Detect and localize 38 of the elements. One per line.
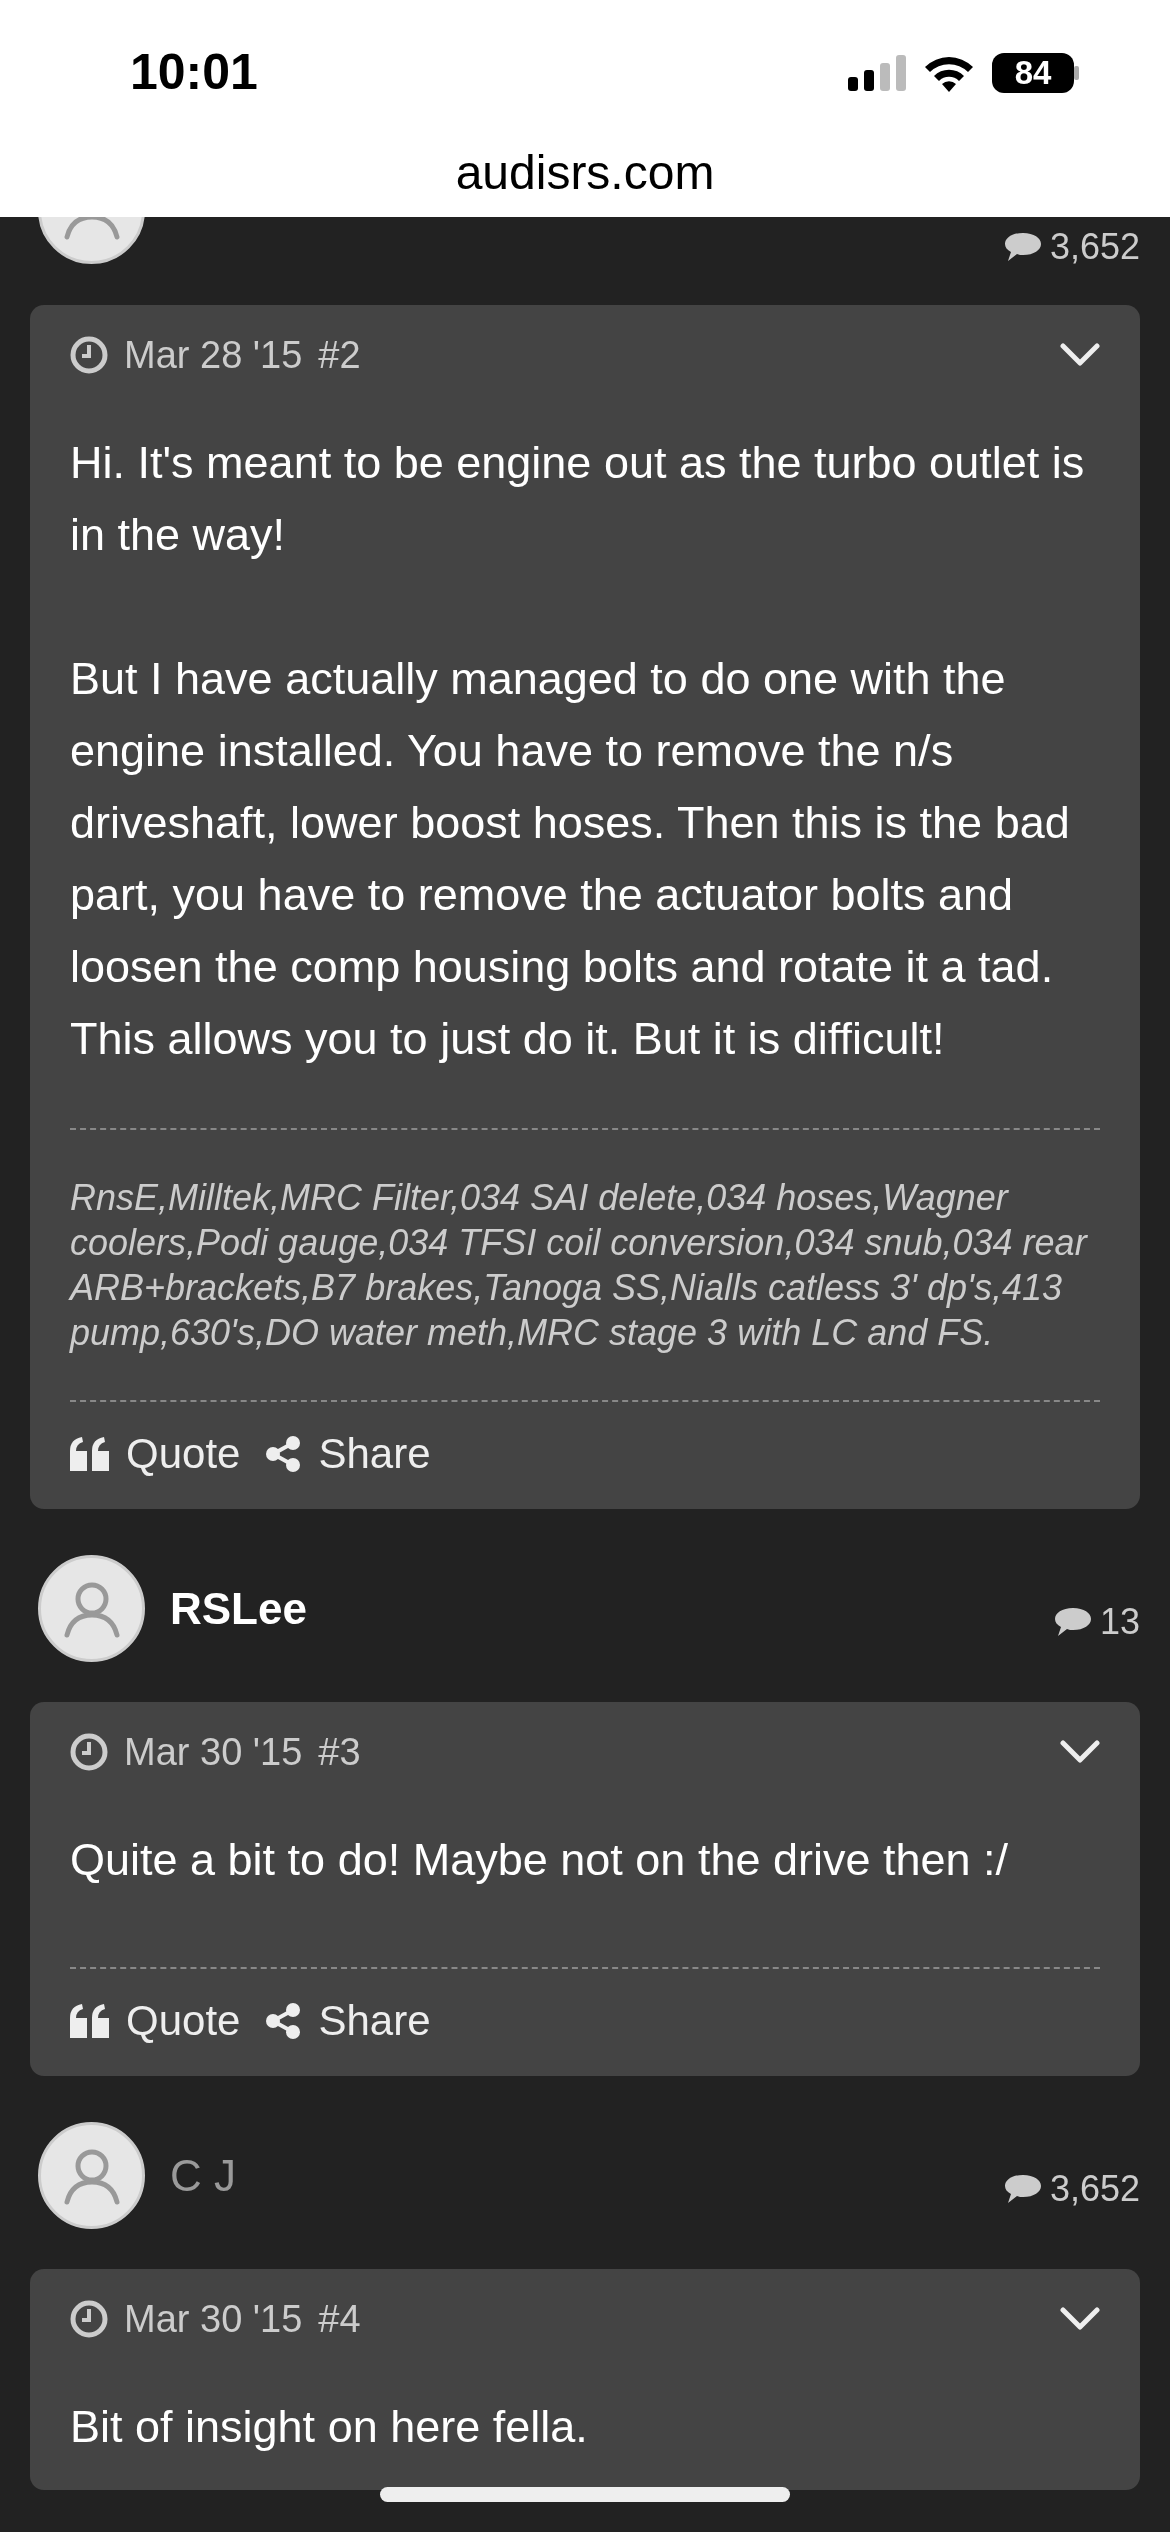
signal-icon (848, 54, 906, 91)
quote-icon (70, 1437, 110, 1471)
share-icon (264, 2002, 303, 2040)
quote-button[interactable]: Quote (70, 1426, 241, 1482)
clock-icon (70, 336, 108, 374)
battery-level: 84 (992, 52, 1074, 93)
signature-text: RnsE,Milltek,MRC Filter,034 SAI delete,034 hoses,Wagner coolers,Podi gauge,034 TFSI coil conversion,034 snub,034 rear ARB+brackets,B7 brakes,Tanoga SS,Nialls catless 3' dp's,413 pump,630's,DO water meth,MRC stage 3 with LC and FS. (70, 1176, 1089, 1355)
post-count: 13 (1099, 1599, 1140, 1644)
share-button[interactable]: Share (264, 1426, 431, 1482)
post-date: Mar 30 '15 (124, 2297, 303, 2342)
post-text: Bit of insight on here fella. (70, 2400, 589, 2454)
username[interactable]: RSLee (170, 1575, 307, 1642)
post-text: Quite a bit to do! Maybe not on the drive then :/ (70, 1833, 1010, 1887)
post-text: Hi. It's meant to be engine out as the turbo outlet is in the way! (70, 436, 1086, 562)
quote-button[interactable]: Quote (70, 1993, 241, 2049)
clock-time: 10:01 (130, 43, 258, 102)
share-icon (264, 1435, 303, 1473)
post-text: But I have actually managed to do one with the engine installed. You have to remove the n/s driveshaft, lower boost hoses. Then this is the bad part, you have to remove the actuator bolts and loosen the comp housing bolts and rotate it a tad. This allows you to just do it. But it is difficult! (70, 652, 1071, 1066)
post-count: 3,652 (1049, 2166, 1140, 2211)
post-date: Mar 30 '15 (124, 1730, 303, 1775)
clock-icon (70, 1733, 108, 1771)
speech-bubble-icon (1003, 231, 1042, 263)
post-number[interactable]: #4 (318, 2291, 361, 2347)
chevron-down-icon[interactable] (1060, 343, 1100, 367)
post-number[interactable]: #3 (318, 1724, 361, 1780)
speech-bubble-icon (1003, 2172, 1042, 2205)
username[interactable]: C J (170, 2142, 236, 2209)
speech-bubble-icon (1053, 1605, 1092, 1638)
clock-icon (70, 2300, 108, 2338)
chevron-down-icon[interactable] (1060, 1740, 1100, 1764)
quote-icon (70, 2004, 110, 2038)
share-button[interactable]: Share (264, 1993, 431, 2049)
post-count: 3,652 (1049, 225, 1140, 269)
post-number[interactable]: #2 (318, 327, 361, 383)
battery-tip-icon (1074, 65, 1080, 80)
address-bar-url[interactable]: audisrs.com (455, 146, 715, 199)
post-date: Mar 28 '15 (124, 333, 303, 378)
chevron-down-icon[interactable] (1060, 2307, 1100, 2331)
